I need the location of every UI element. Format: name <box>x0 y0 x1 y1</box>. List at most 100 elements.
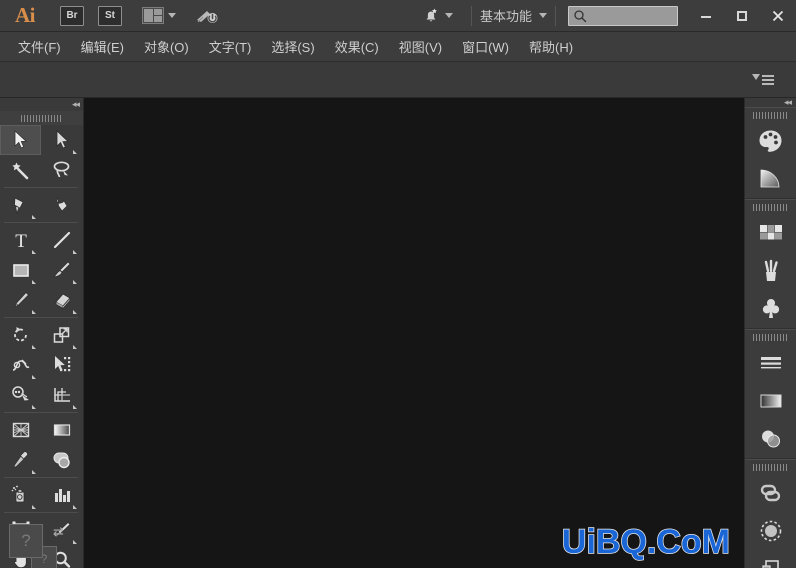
tools-panel: ◂◂ T ⇄ ? ? <box>0 98 84 568</box>
selection-tool[interactable] <box>0 125 41 155</box>
menu-effect[interactable]: 效果(C) <box>325 33 389 60</box>
direct-selection-tool[interactable] <box>41 125 82 155</box>
panel-dock: ◂◂ <box>744 98 796 568</box>
triangle-icon <box>752 73 760 80</box>
bridge-button[interactable]: Br <box>60 5 84 26</box>
divider <box>555 5 556 26</box>
tools-collapse-button[interactable]: ◂◂ <box>0 98 83 111</box>
pencil-tool[interactable] <box>0 285 41 315</box>
dock-collapse-button[interactable]: ◂◂ <box>745 98 796 107</box>
free-transform-tool[interactable] <box>41 350 82 380</box>
magic-wand-tool[interactable] <box>0 155 41 185</box>
menu-help[interactable]: 帮助(H) <box>519 33 583 60</box>
flyout-triangle-icon <box>73 276 77 284</box>
arrange-documents-button[interactable] <box>142 7 176 24</box>
tools-grid: T <box>0 125 83 568</box>
menu-view[interactable]: 视图(V) <box>389 33 452 60</box>
lasso-tool[interactable] <box>41 155 82 185</box>
mesh-tool[interactable] <box>0 415 41 445</box>
search-input[interactable] <box>587 9 673 22</box>
tools-divider <box>4 222 78 223</box>
color-group <box>745 107 796 199</box>
eraser-tool[interactable] <box>41 285 82 315</box>
symbol-sprayer-tool[interactable] <box>0 480 41 510</box>
swatches-group <box>745 199 796 329</box>
flyout-triangle-icon <box>32 371 36 379</box>
line-segment-tool[interactable] <box>41 225 82 255</box>
document-canvas[interactable]: UiBQ.CoM <box>84 98 744 568</box>
panel-menu-button[interactable] <box>752 73 774 86</box>
gradient2-panel-icon[interactable] <box>745 382 796 420</box>
menu-type[interactable]: 文字(T) <box>199 33 262 60</box>
gradient-panel-icon[interactable] <box>745 160 796 198</box>
control-bar <box>0 62 796 98</box>
grip-dots-icon <box>752 111 789 119</box>
symbols-panel-icon[interactable] <box>745 290 796 328</box>
dock-drag-handle[interactable] <box>745 460 796 474</box>
menu-select[interactable]: 选择(S) <box>261 33 324 60</box>
layers-panel-icon[interactable] <box>745 550 796 568</box>
appearance-panel-icon[interactable] <box>745 474 796 512</box>
svg-text:T: T <box>15 231 27 251</box>
tools-drag-handle[interactable] <box>0 111 83 125</box>
perspective-grid-tool[interactable] <box>41 380 82 410</box>
flyout-triangle-icon <box>32 501 36 509</box>
eyedropper-tool[interactable] <box>0 445 41 475</box>
grip-dots-icon <box>752 463 789 471</box>
menu-object[interactable]: 对象(O) <box>134 33 199 60</box>
close-button[interactable] <box>760 0 796 32</box>
swatches-panel-icon[interactable] <box>745 214 796 252</box>
brushes-panel-icon[interactable] <box>745 252 796 290</box>
flyout-triangle-icon <box>32 306 36 314</box>
stroke-group <box>745 329 796 459</box>
illustrator-window: Ai Br St 基本功能 文件(F) 编辑(E) 对象(O) 文字(T) 选择… <box>0 0 796 568</box>
application-bar: Ai Br St 基本功能 <box>0 0 796 32</box>
search-box[interactable] <box>568 5 678 26</box>
dock-drag-handle[interactable] <box>745 108 796 122</box>
stock-button[interactable]: St <box>98 5 122 26</box>
menu-edit[interactable]: 编辑(E) <box>71 33 134 60</box>
ai-logo-icon: Ai <box>15 3 36 27</box>
menu-file[interactable]: 文件(F) <box>8 33 71 60</box>
sync-status-button[interactable] <box>422 7 453 25</box>
scale-tool[interactable] <box>41 320 82 350</box>
bell-star-icon <box>426 8 437 21</box>
minimize-button[interactable] <box>688 0 724 32</box>
pen-tool[interactable] <box>0 190 41 220</box>
column-graph-tool[interactable] <box>41 480 82 510</box>
menu-bar: 文件(F) 编辑(E) 对象(O) 文字(T) 选择(S) 效果(C) 视图(V… <box>0 32 796 62</box>
workspace-label: 基本功能 <box>479 9 532 24</box>
paintbrush-tool[interactable] <box>41 255 82 285</box>
gradient-tool[interactable] <box>41 415 82 445</box>
fill-swatch[interactable]: ? <box>9 524 43 558</box>
transparency-panel-icon[interactable] <box>745 420 796 458</box>
rectangle-tool[interactable] <box>0 255 41 285</box>
flyout-triangle-icon <box>73 401 77 409</box>
workspace-switcher[interactable]: 基本功能 <box>480 6 547 25</box>
flyout-triangle-icon <box>73 146 77 154</box>
flyout-triangle-icon <box>32 211 36 219</box>
width-tool[interactable] <box>0 350 41 380</box>
stroke-panel-icon[interactable] <box>745 344 796 382</box>
chevron-down-icon <box>444 13 453 18</box>
double-chevron-left-icon: ◂◂ <box>783 97 792 107</box>
device-preview-icon[interactable] <box>194 5 220 27</box>
dock-drag-handle[interactable] <box>745 330 796 344</box>
flyout-triangle-icon <box>32 246 36 254</box>
grip-dots-icon <box>20 114 63 122</box>
shape-builder-tool[interactable] <box>0 380 41 410</box>
blend-tool[interactable] <box>41 445 82 475</box>
menu-window[interactable]: 窗口(W) <box>452 33 519 60</box>
flyout-triangle-icon <box>73 246 77 254</box>
rotate-tool[interactable] <box>0 320 41 350</box>
curvature-tool[interactable] <box>41 190 82 220</box>
maximize-button[interactable] <box>724 0 760 32</box>
type-tool[interactable]: T <box>0 225 41 255</box>
tools-divider <box>4 412 78 413</box>
flyout-triangle-icon <box>32 466 36 474</box>
color-panel-icon[interactable] <box>745 122 796 160</box>
graphic-styles-panel-icon[interactable] <box>745 512 796 550</box>
swap-fill-stroke-icon[interactable]: ⇄ <box>53 524 64 540</box>
dock-drag-handle[interactable] <box>745 200 796 214</box>
tools-divider <box>4 187 78 188</box>
